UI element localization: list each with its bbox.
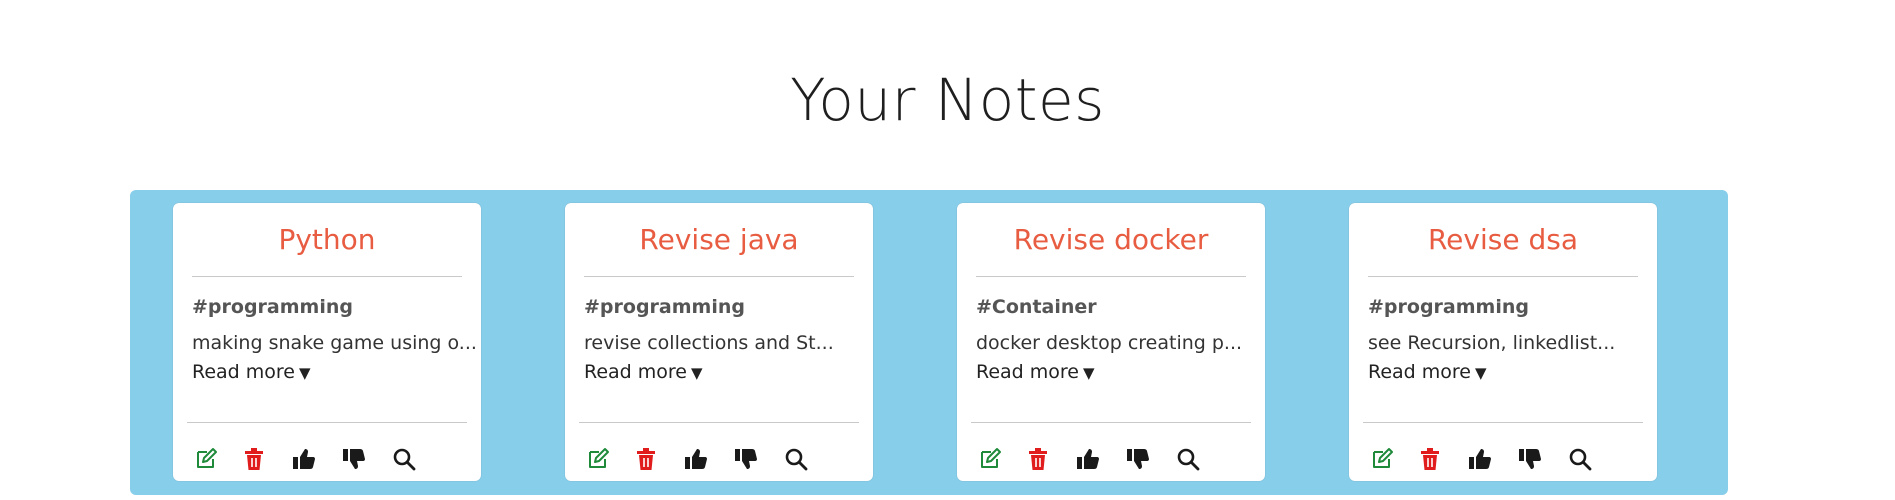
note-title: Revise java: [639, 223, 799, 256]
note-card: Python #programming making snake game us…: [173, 203, 481, 481]
trash-icon[interactable]: [1026, 447, 1050, 471]
note-title: Revise docker: [1013, 223, 1209, 256]
read-more-toggle[interactable]: Read more ▼: [1368, 359, 1487, 386]
read-more-toggle[interactable]: Read more ▼: [192, 359, 311, 386]
search-icon[interactable]: [1176, 447, 1200, 471]
notes-panel: Python #programming making snake game us…: [130, 190, 1728, 495]
note-description: see Recursion, linkedlist...: [1368, 332, 1616, 354]
note-description: making snake game using o...: [192, 332, 477, 354]
divider: [976, 276, 1246, 277]
thumbs-down-icon[interactable]: [1126, 447, 1150, 471]
caret-down-icon: ▼: [1475, 364, 1487, 382]
divider: [192, 276, 462, 277]
edit-icon[interactable]: [586, 447, 610, 471]
divider: [579, 422, 859, 423]
note-tag: #programming: [1368, 296, 1529, 318]
note-title: Python: [278, 223, 376, 256]
note-card: Revise java #programming revise collecti…: [565, 203, 873, 481]
note-tag: #programming: [584, 296, 745, 318]
read-more-label: Read more: [976, 361, 1079, 383]
caret-down-icon: ▼: [691, 364, 703, 382]
thumbs-down-icon[interactable]: [342, 447, 366, 471]
thumbs-up-icon[interactable]: [1468, 447, 1492, 471]
read-more-label: Read more: [584, 361, 687, 383]
edit-icon[interactable]: [978, 447, 1002, 471]
edit-icon[interactable]: [1370, 447, 1394, 471]
thumbs-down-icon[interactable]: [1518, 447, 1542, 471]
trash-icon[interactable]: [242, 447, 266, 471]
thumbs-down-icon[interactable]: [734, 447, 758, 471]
search-icon[interactable]: [1568, 447, 1592, 471]
note-card: Revise docker #Container docker desktop …: [957, 203, 1265, 481]
caret-down-icon: ▼: [299, 364, 311, 382]
read-more-label: Read more: [192, 361, 295, 383]
note-card: Revise dsa #programming see Recursion, l…: [1349, 203, 1657, 481]
caret-down-icon: ▼: [1083, 364, 1095, 382]
note-title: Revise dsa: [1427, 223, 1578, 256]
page-title: Your Notes: [790, 66, 1105, 134]
note-tag: #programming: [192, 296, 353, 318]
read-more-label: Read more: [1368, 361, 1471, 383]
divider: [584, 276, 854, 277]
trash-icon[interactable]: [634, 447, 658, 471]
note-tag: #Container: [976, 296, 1097, 318]
read-more-toggle[interactable]: Read more ▼: [976, 359, 1095, 386]
divider: [187, 422, 467, 423]
edit-icon[interactable]: [194, 447, 218, 471]
read-more-toggle[interactable]: Read more ▼: [584, 359, 703, 386]
note-description: revise collections and St...: [584, 332, 834, 354]
search-icon[interactable]: [392, 447, 416, 471]
search-icon[interactable]: [784, 447, 808, 471]
thumbs-up-icon[interactable]: [292, 447, 316, 471]
thumbs-up-icon[interactable]: [1076, 447, 1100, 471]
divider: [1368, 276, 1638, 277]
trash-icon[interactable]: [1418, 447, 1442, 471]
note-description: docker desktop creating p...: [976, 332, 1243, 354]
thumbs-up-icon[interactable]: [684, 447, 708, 471]
divider: [1363, 422, 1643, 423]
divider: [971, 422, 1251, 423]
